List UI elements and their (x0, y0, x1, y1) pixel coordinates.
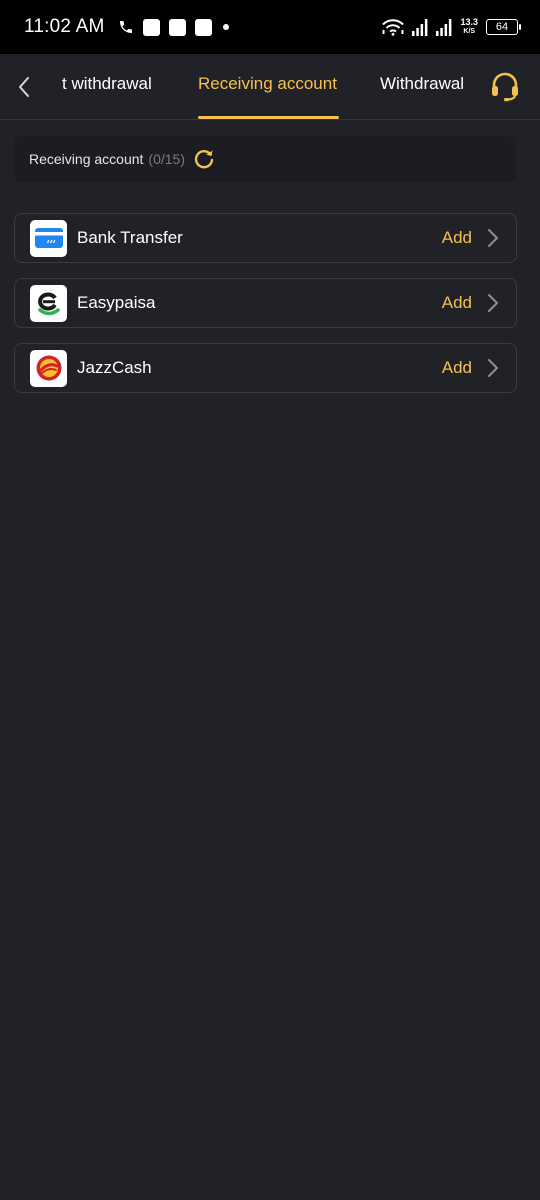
account-count: (0/15) (148, 151, 185, 167)
wifi-icon (382, 18, 405, 36)
headset-icon (489, 71, 521, 103)
bank-card-icon (30, 219, 67, 257)
customer-support-button[interactable] (488, 70, 522, 104)
status-left-icons (116, 18, 230, 36)
refresh-icon[interactable] (193, 148, 215, 170)
account-name: Easypaisa (77, 293, 156, 312)
receiving-account-summary: Receiving account (0/15) (14, 136, 516, 182)
status-bar: 11:02 AM 13.3 K/S 64 (0, 0, 540, 54)
jazzcash-logo (30, 349, 67, 387)
battery-level: 64 (495, 21, 509, 33)
add-button[interactable]: Add (442, 228, 472, 248)
chevron-left-icon (17, 76, 31, 98)
network-speed: 13.3 K/S (460, 18, 478, 36)
tab-withdrawal[interactable]: Withdrawal (380, 74, 464, 94)
chevron-right-icon (486, 357, 500, 379)
chevron-right-icon (486, 292, 500, 314)
chevron-right-icon (486, 227, 500, 249)
account-row-jazzcash[interactable]: JazzCash Add (14, 343, 517, 393)
network-speed-value: 13.3 (460, 17, 478, 27)
dot-icon (223, 24, 230, 30)
summary-label: Receiving account (29, 151, 144, 167)
status-right-icons: 13.3 K/S 64 (382, 18, 521, 36)
back-button[interactable] (12, 72, 36, 102)
account-name: Bank Transfer (77, 228, 183, 247)
notification-icon (169, 18, 187, 36)
phone-icon (118, 19, 134, 35)
tab-receiving-account[interactable]: Receiving account (198, 74, 337, 94)
add-button[interactable]: Add (442, 293, 472, 313)
account-row-bank-transfer[interactable]: Bank Transfer Add (14, 213, 517, 263)
account-list: Bank Transfer Add Easypaisa Add JazzCash… (14, 213, 517, 408)
network-speed-unit: K/S (463, 28, 476, 35)
notification-icon (195, 18, 213, 36)
signal-icon (412, 18, 428, 36)
tab-strip[interactable]: t withdrawal Receiving account Withdrawa… (62, 54, 474, 120)
active-tab-indicator (198, 116, 339, 119)
easypaisa-logo (30, 284, 67, 322)
add-button[interactable]: Add (442, 358, 472, 378)
nav-bar: t withdrawal Receiving account Withdrawa… (0, 54, 540, 120)
status-time: 11:02 AM (24, 16, 105, 37)
account-row-easypaisa[interactable]: Easypaisa Add (14, 278, 517, 328)
signal-icon (436, 18, 452, 36)
account-name: JazzCash (77, 358, 152, 377)
notification-icon (143, 18, 161, 36)
tab-withdrawal-record[interactable]: t withdrawal (62, 74, 152, 94)
battery-icon: 64 (486, 19, 521, 35)
